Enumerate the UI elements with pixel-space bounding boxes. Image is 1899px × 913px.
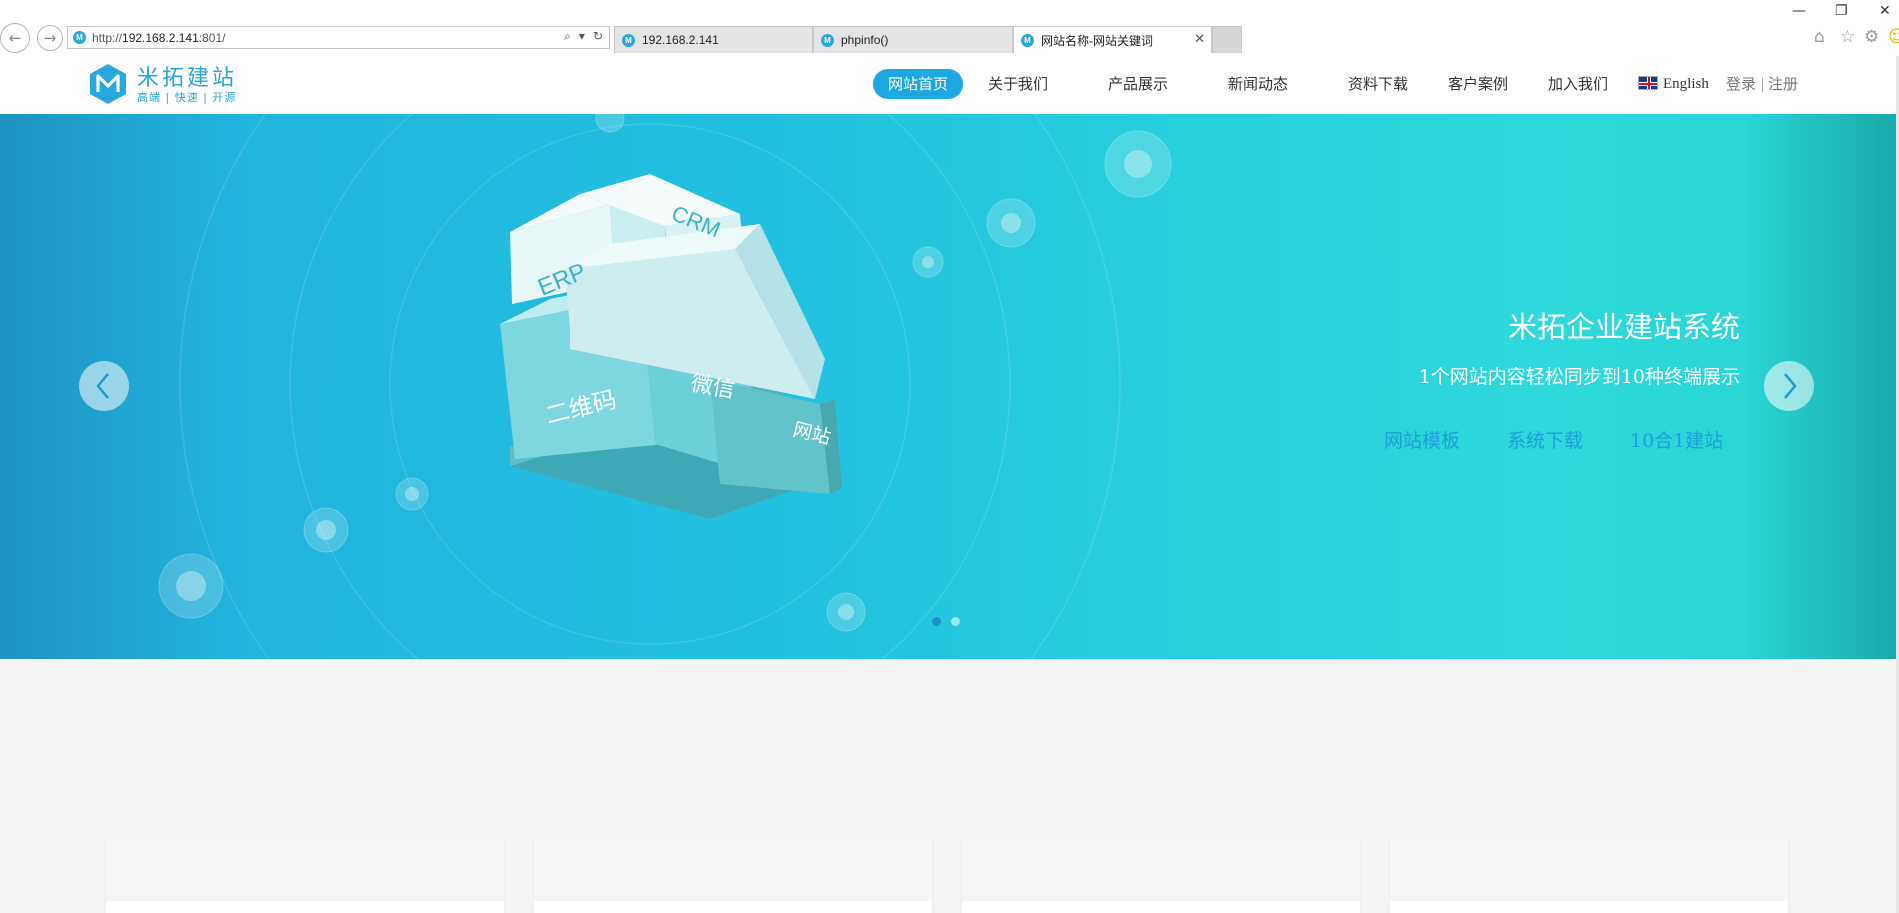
language-switch[interactable]: English bbox=[1663, 69, 1709, 99]
new-tab-button[interactable] bbox=[1212, 26, 1242, 53]
browser-chrome: ← → M http://192.168.2.141:801/ ⌕ ▾ ↻ M … bbox=[0, 0, 1899, 56]
chevron-right-icon bbox=[1784, 373, 1797, 399]
slide-dot[interactable] bbox=[951, 617, 960, 626]
close-window-icon[interactable]: ✕ bbox=[1879, 3, 1891, 19]
banner-link-templates[interactable]: 网站模板 bbox=[1384, 426, 1460, 453]
banner-link-10in1[interactable]: 10合1建站 bbox=[1630, 426, 1723, 453]
address-bar[interactable]: M http://192.168.2.141:801/ ⌕ ▾ ↻ bbox=[67, 26, 610, 49]
login-link[interactable]: 登录 bbox=[1726, 69, 1756, 99]
feature-card[interactable] bbox=[534, 835, 932, 913]
auth-divider bbox=[1762, 78, 1763, 92]
nav-item-about[interactable]: 关于我们 bbox=[988, 69, 1048, 99]
nav-item-downloads[interactable]: 资料下载 bbox=[1348, 69, 1408, 99]
arrow-right-icon: → bbox=[43, 29, 57, 47]
arrow-left-icon: ← bbox=[8, 29, 22, 47]
minimize-icon[interactable]: — bbox=[1792, 3, 1806, 19]
favorites-star-icon[interactable]: ☆ bbox=[1840, 27, 1855, 47]
nav-item-products[interactable]: 产品展示 bbox=[1108, 69, 1168, 99]
address-text[interactable]: http://192.168.2.141:801/ bbox=[92, 31, 225, 45]
site-favicon-icon: M bbox=[821, 33, 834, 47]
home-icon[interactable]: ⌂ bbox=[1814, 27, 1825, 47]
forward-button[interactable]: → bbox=[37, 25, 63, 51]
dropdown-icon[interactable]: ▾ bbox=[579, 29, 585, 44]
nav-item-join[interactable]: 加入我们 bbox=[1548, 69, 1608, 99]
browser-tab[interactable]: M 192.168.2.141 bbox=[614, 26, 813, 53]
smiley-icon[interactable]: ☺ bbox=[1888, 27, 1899, 47]
nav-item-cases[interactable]: 客户案例 bbox=[1448, 69, 1508, 99]
banner-title: 米拓企业建站系统 bbox=[1507, 310, 1740, 344]
nav-item-home[interactable]: 网站首页 bbox=[873, 69, 963, 99]
chevron-left-icon bbox=[96, 373, 109, 399]
uk-flag-icon[interactable] bbox=[1638, 76, 1658, 90]
hero-banner: ERP CRM 二维码 微信 网站 米拓企业建站系统 1个网站内容轻松同步到10… bbox=[0, 114, 1896, 659]
tab-label: 网站名称-网站关键词 bbox=[1041, 33, 1153, 48]
close-tab-icon[interactable]: ✕ bbox=[1194, 31, 1205, 47]
settings-gear-icon[interactable]: ⚙ bbox=[1864, 27, 1879, 47]
next-slide-button[interactable] bbox=[1764, 361, 1814, 411]
logo-slogan: 高端 | 快速 | 开源 bbox=[137, 91, 237, 104]
logo-icon[interactable] bbox=[90, 64, 126, 104]
site-favicon-icon: M bbox=[73, 31, 86, 44]
browser-tab[interactable]: M phpinfo() bbox=[813, 26, 1013, 53]
product-cube-illustration: ERP CRM 二维码 微信 网站 bbox=[500, 174, 842, 519]
tab-label: 192.168.2.141 bbox=[642, 33, 719, 47]
register-link[interactable]: 注册 bbox=[1768, 69, 1798, 99]
site-favicon-icon: M bbox=[622, 33, 635, 47]
back-button[interactable]: ← bbox=[0, 23, 30, 53]
site-header: 米拓建站 高端 | 快速 | 开源 网站首页 关于我们 产品展示 新闻动态 资料… bbox=[0, 56, 1899, 114]
logo-name[interactable]: 米拓建站 bbox=[137, 60, 237, 92]
nav-item-news[interactable]: 新闻动态 bbox=[1228, 69, 1288, 99]
prev-slide-button[interactable] bbox=[79, 361, 129, 411]
site-favicon-icon: M bbox=[1021, 33, 1034, 47]
restore-icon[interactable]: ❐ bbox=[1835, 3, 1848, 19]
tab-label: phpinfo() bbox=[841, 33, 889, 47]
content-section bbox=[0, 659, 1896, 913]
address-tools: ⌕ ▾ ↻ bbox=[564, 29, 603, 44]
banner-subtitle: 1个网站内容轻松同步到10种终端展示 bbox=[1418, 366, 1740, 388]
feature-card[interactable] bbox=[962, 835, 1360, 913]
search-icon[interactable]: ⌕ bbox=[564, 29, 571, 44]
feature-card[interactable] bbox=[1390, 835, 1788, 913]
browser-tab-active[interactable]: M 网站名称-网站关键词 ✕ bbox=[1013, 26, 1212, 53]
slide-dot-active[interactable] bbox=[932, 617, 941, 626]
refresh-icon[interactable]: ↻ bbox=[593, 29, 603, 44]
feature-card[interactable] bbox=[106, 835, 504, 913]
banner-link-download[interactable]: 系统下载 bbox=[1507, 426, 1583, 453]
